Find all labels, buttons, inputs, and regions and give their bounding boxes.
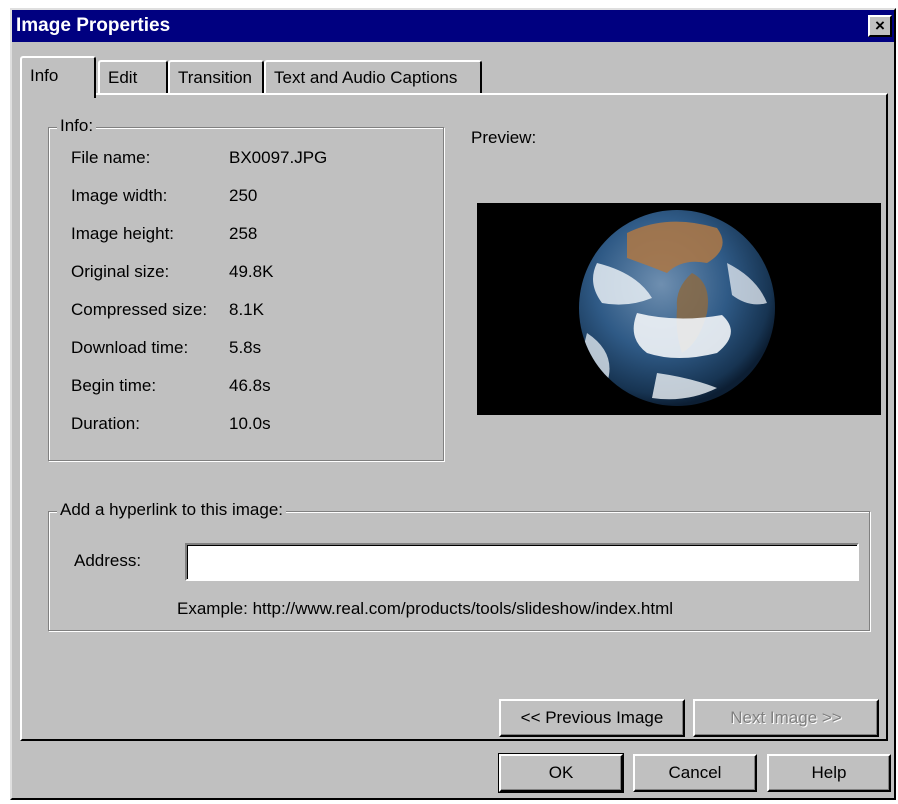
close-icon: × — [875, 16, 885, 35]
preview-image — [477, 203, 881, 415]
address-label: Address: — [74, 551, 142, 570]
info-value: 250 — [229, 186, 258, 205]
info-value: 46.8s — [229, 376, 271, 395]
window-title: Image Properties — [16, 15, 171, 36]
tab-panel-info: Info: File name: BX0097.JPG Image width:… — [20, 93, 888, 741]
info-value: 49.8K — [229, 262, 274, 281]
info-label: Begin time: — [71, 376, 157, 395]
tab-edit[interactable]: Edit — [98, 60, 168, 94]
info-label: Compressed size: — [71, 300, 208, 319]
help-button[interactable]: Help — [767, 754, 891, 792]
address-input[interactable] — [185, 543, 859, 581]
tab-text-and-audio-captions[interactable]: Text and Audio Captions — [264, 60, 482, 94]
info-label: Duration: — [71, 414, 140, 433]
info-group: Info: File name: BX0097.JPG Image width:… — [48, 116, 444, 461]
tab-label: Transition — [178, 68, 253, 87]
info-label: Image height: — [71, 224, 175, 243]
earth-image-icon — [477, 203, 881, 415]
previous-image-button[interactable]: << Previous Image — [499, 699, 685, 737]
tab-label: Info — [30, 66, 59, 85]
info-label: Image width: — [71, 186, 168, 205]
info-label: Original size: — [71, 262, 170, 281]
info-value: 5.8s — [229, 338, 262, 357]
info-label: Download time: — [71, 338, 189, 357]
title-bar[interactable]: Image Properties × — [12, 10, 894, 42]
info-label: File name: — [71, 148, 151, 167]
close-button[interactable]: × — [868, 15, 892, 37]
info-value: BX0097.JPG — [229, 148, 328, 167]
tab-label: Text and Audio Captions — [274, 68, 458, 87]
info-value: 258 — [229, 224, 258, 243]
image-properties-dialog: Image Properties × Info Edit Transition … — [10, 8, 896, 800]
preview-label: Preview: — [471, 128, 537, 147]
address-example: Example: http://www.real.com/products/to… — [177, 599, 674, 618]
ok-button[interactable]: OK — [498, 753, 624, 793]
info-value: 8.1K — [229, 300, 264, 319]
tab-info[interactable]: Info — [20, 56, 96, 98]
tab-label: Edit — [108, 68, 138, 87]
info-group-legend: Info: — [57, 116, 97, 136]
hyperlink-group-legend: Add a hyperlink to this image: — [57, 500, 287, 520]
next-image-button[interactable]: Next Image >> — [693, 699, 879, 737]
tab-transition[interactable]: Transition — [168, 60, 264, 94]
info-value: 10.0s — [229, 414, 271, 433]
cancel-button[interactable]: Cancel — [633, 754, 757, 792]
